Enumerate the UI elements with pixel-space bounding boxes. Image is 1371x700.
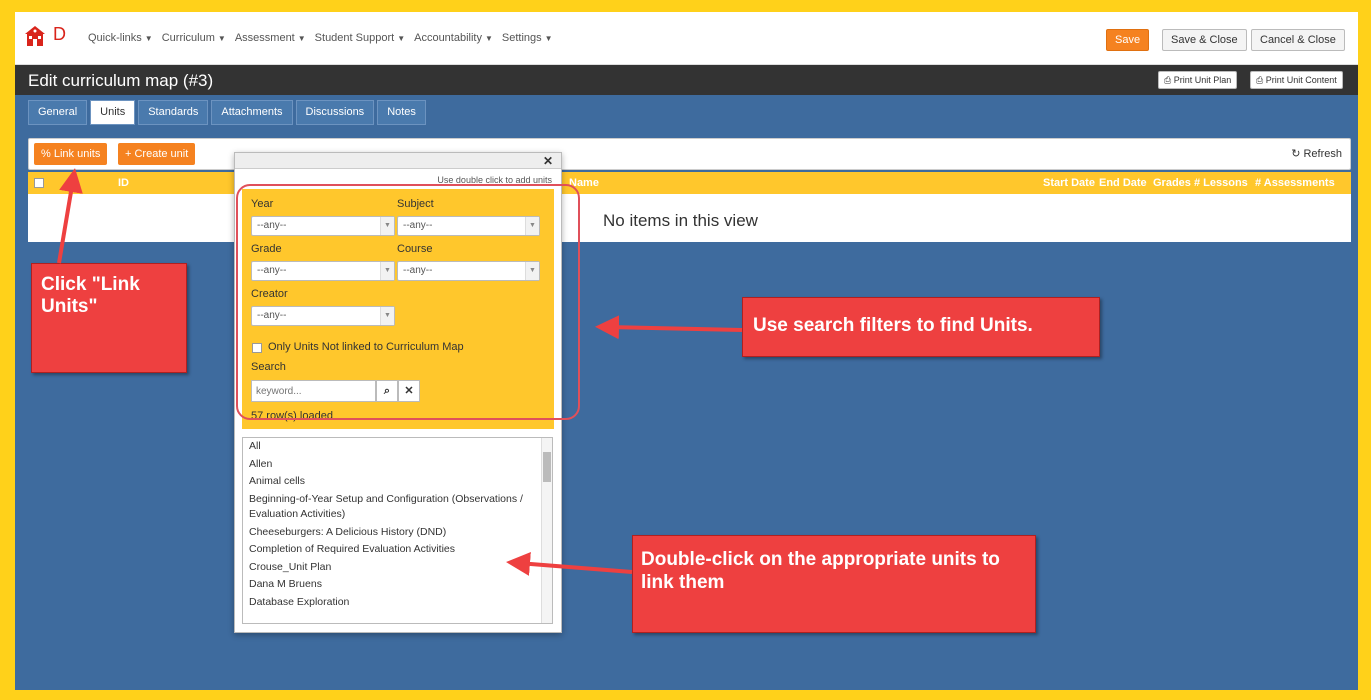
annotation-arrows — [57, 168, 743, 576]
arrow-to-link-units — [57, 168, 83, 264]
app-frame: D Quick-links ▼ Curriculum ▼ Assessment ▼ S… — [15, 12, 1358, 690]
arrow-to-filters — [595, 315, 743, 340]
arrow-to-units-list — [506, 551, 633, 576]
